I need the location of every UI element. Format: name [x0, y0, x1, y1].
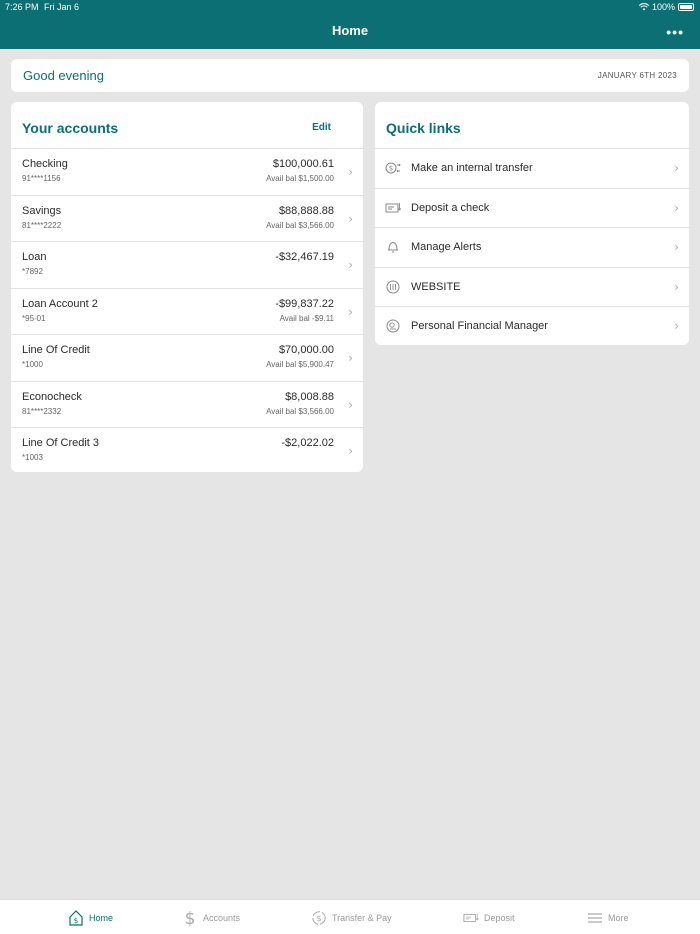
quick-link-manage-alerts[interactable]: Manage Alerts ›	[375, 227, 689, 267]
quick-link-label: Make an internal transfer	[411, 162, 533, 174]
available-balance: Avail bal -$9.11	[279, 313, 334, 323]
accounts-title: Your accounts	[22, 120, 119, 136]
chevron-right-icon: ›	[674, 279, 679, 294]
quick-link-deposit-check[interactable]: Deposit a check ›	[375, 187, 689, 228]
quick-link-label: Manage Alerts	[411, 241, 482, 254]
account-name: Loan Account 2	[22, 297, 98, 310]
account-number: *7892	[22, 267, 43, 276]
deposit-icon	[463, 913, 479, 923]
account-row[interactable]: Savings 81****2222 $88,888.88 Avail bal …	[11, 194, 363, 242]
dollar-icon: $	[185, 909, 196, 927]
tab-label: Accounts	[203, 913, 241, 923]
account-number: *95-01	[22, 313, 46, 323]
greeting-date: JANUARY 6TH 2023	[597, 71, 677, 80]
account-row[interactable]: Checking 91****1156 $100,000.61 Avail ba…	[11, 148, 363, 195]
account-balance: $8,008.88	[285, 390, 334, 403]
status-indicators: 100%	[638, 2, 694, 12]
tab-deposit[interactable]: Deposit	[463, 908, 515, 928]
accounts-card: Your accounts Edit Checking 91****1156 $…	[11, 102, 363, 472]
pfm-icon	[386, 319, 400, 333]
account-balance: -$2,022.02	[281, 437, 334, 449]
account-name: Loan	[22, 251, 47, 263]
available-balance: Avail bal $3,566.00	[266, 220, 334, 230]
chevron-right-icon: ›	[348, 444, 353, 458]
quick-link-pfm[interactable]: Personal Financial Manager ›	[375, 306, 689, 345]
account-list: Checking 91****1156 $100,000.61 Avail ba…	[11, 148, 363, 472]
account-name: Line Of Credit 3	[22, 437, 100, 449]
greeting-card: Good evening JANUARY 6TH 2023	[11, 59, 689, 92]
quick-links-title: Quick links	[386, 120, 461, 136]
account-balance: $88,888.88	[278, 204, 334, 217]
quick-link-website[interactable]: WEBSITE ›	[375, 266, 689, 307]
tab-home[interactable]: $ Home	[68, 908, 113, 928]
quick-link-label: Personal Financial Manager	[411, 320, 548, 333]
chevron-right-icon: ›	[674, 200, 679, 215]
account-number: 91****1156	[22, 174, 61, 183]
chevron-right-icon: ›	[674, 240, 679, 255]
bell-icon	[388, 242, 398, 253]
top-bar: 7:26 PM Fri Jan 6 100% Home •••	[0, 0, 700, 49]
chevron-right-icon: ›	[348, 258, 353, 272]
tab-label: Transfer & Pay	[332, 913, 392, 923]
available-balance: Avail bal $1,500.00	[266, 174, 334, 183]
status-date: Fri Jan 6	[44, 2, 80, 12]
page-title: Home	[331, 23, 369, 38]
account-number: 81****2332	[22, 406, 62, 416]
greeting-text: Good evening	[23, 68, 104, 83]
account-name: Econocheck	[22, 390, 82, 403]
quick-links-list: $ Make an internal transfer › Deposit a …	[375, 148, 689, 345]
available-balance: Avail bal $5,900.47	[266, 360, 334, 369]
account-balance: -$32,467.19	[275, 251, 334, 263]
transfer-pay-icon: $	[312, 911, 326, 925]
chevron-right-icon: ›	[348, 397, 353, 412]
tab-label: Home	[89, 913, 114, 923]
svg-text:$: $	[185, 909, 196, 927]
available-balance: Avail bal $3,566.00	[266, 406, 334, 416]
chevron-right-icon: ›	[674, 161, 679, 175]
tab-label: More	[608, 913, 629, 923]
account-row[interactable]: Loan *7892 -$32,467.19 ›	[11, 241, 363, 288]
check-deposit-icon	[385, 202, 401, 213]
account-name: Savings	[22, 204, 62, 217]
battery-percent: 100%	[651, 2, 675, 12]
tab-label: Deposit	[484, 913, 515, 923]
account-balance: $100,000.61	[272, 158, 334, 170]
edit-accounts-button[interactable]: Edit	[312, 122, 331, 133]
quick-link-label: Deposit a check	[411, 201, 490, 214]
chevron-right-icon: ›	[348, 304, 353, 319]
account-number: *1003	[22, 453, 43, 462]
account-balance: -$99,837.22	[275, 297, 334, 310]
status-time: 7:26 PM	[5, 2, 39, 12]
account-balance: $70,000.00	[278, 344, 334, 356]
wifi-icon	[638, 3, 649, 11]
chevron-right-icon: ›	[674, 319, 679, 334]
account-name: Line Of Credit	[22, 344, 90, 356]
svg-text:$: $	[389, 165, 393, 173]
more-options-icon[interactable]: •••	[666, 24, 684, 40]
tab-accounts[interactable]: $ Accounts	[182, 908, 240, 928]
account-name: Checking	[22, 158, 68, 170]
quick-link-label: WEBSITE	[411, 280, 461, 293]
account-row[interactable]: Econocheck 81****2332 $8,008.88 Avail ba…	[11, 380, 363, 428]
tab-transfer-pay[interactable]: $ Transfer & Pay	[311, 908, 392, 928]
battery-icon	[678, 3, 694, 11]
account-number: *1000	[22, 360, 43, 369]
account-row[interactable]: Line Of Credit 3 *1003 -$2,022.02 ›	[11, 427, 363, 472]
transfer-icon: $	[385, 162, 401, 174]
svg-text:$: $	[316, 914, 321, 923]
account-number: 81****2222	[22, 220, 62, 230]
chevron-right-icon: ›	[348, 351, 353, 365]
menu-icon	[588, 913, 602, 923]
tab-bar: $ Home $ Accounts $ Transfer & Pay Depos…	[0, 899, 700, 934]
quick-links-card: Quick links $ Make an internal transfer …	[375, 102, 689, 345]
home-icon: $	[69, 910, 83, 926]
quick-link-internal-transfer[interactable]: $ Make an internal transfer ›	[375, 148, 689, 188]
account-row[interactable]: Loan Account 2 *95-01 -$99,837.22 Avail …	[11, 287, 363, 335]
account-row[interactable]: Line Of Credit *1000 $70,000.00 Avail ba…	[11, 334, 363, 381]
tab-more[interactable]: More	[587, 908, 629, 928]
website-icon	[386, 280, 400, 294]
svg-text:$: $	[74, 917, 78, 925]
chevron-right-icon: ›	[348, 165, 353, 179]
chevron-right-icon: ›	[348, 211, 353, 226]
